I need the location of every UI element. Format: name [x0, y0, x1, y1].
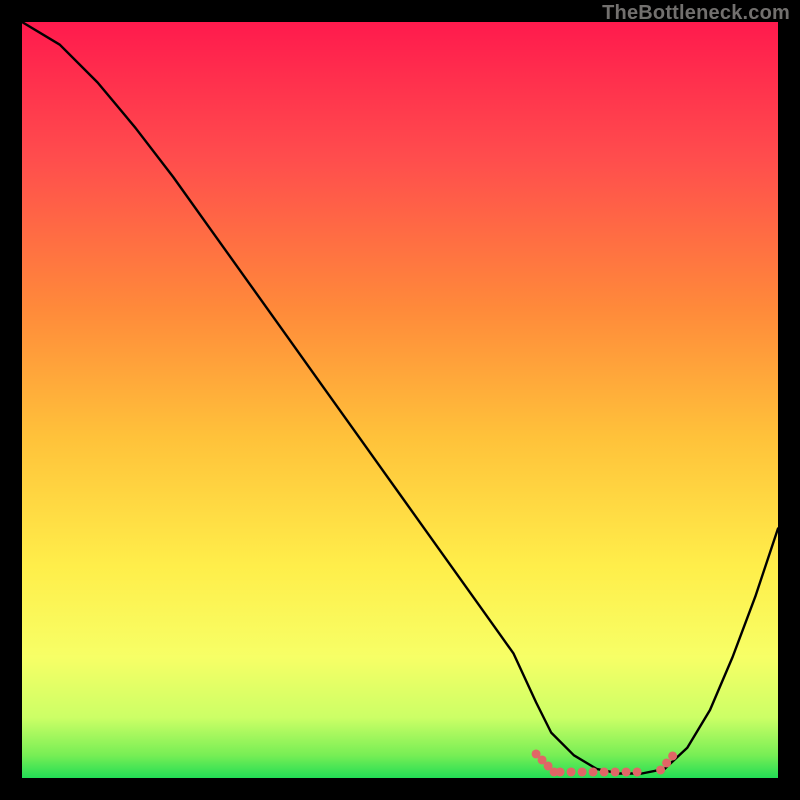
marker-dot [656, 765, 665, 774]
bottom-marker-dots [532, 749, 678, 776]
curve-layer [22, 22, 778, 778]
marker-dot [611, 767, 620, 776]
marker-dot [633, 767, 642, 776]
marker-dot [662, 758, 671, 767]
marker-dot [578, 767, 587, 776]
marker-dot [622, 767, 631, 776]
chart-frame: TheBottleneck.com [0, 0, 800, 800]
plot-area [22, 22, 778, 778]
marker-dot [600, 767, 609, 776]
marker-dot [589, 767, 598, 776]
marker-dot [556, 767, 565, 776]
marker-dot [668, 751, 677, 760]
marker-dot [567, 767, 576, 776]
main-curve [22, 22, 778, 774]
